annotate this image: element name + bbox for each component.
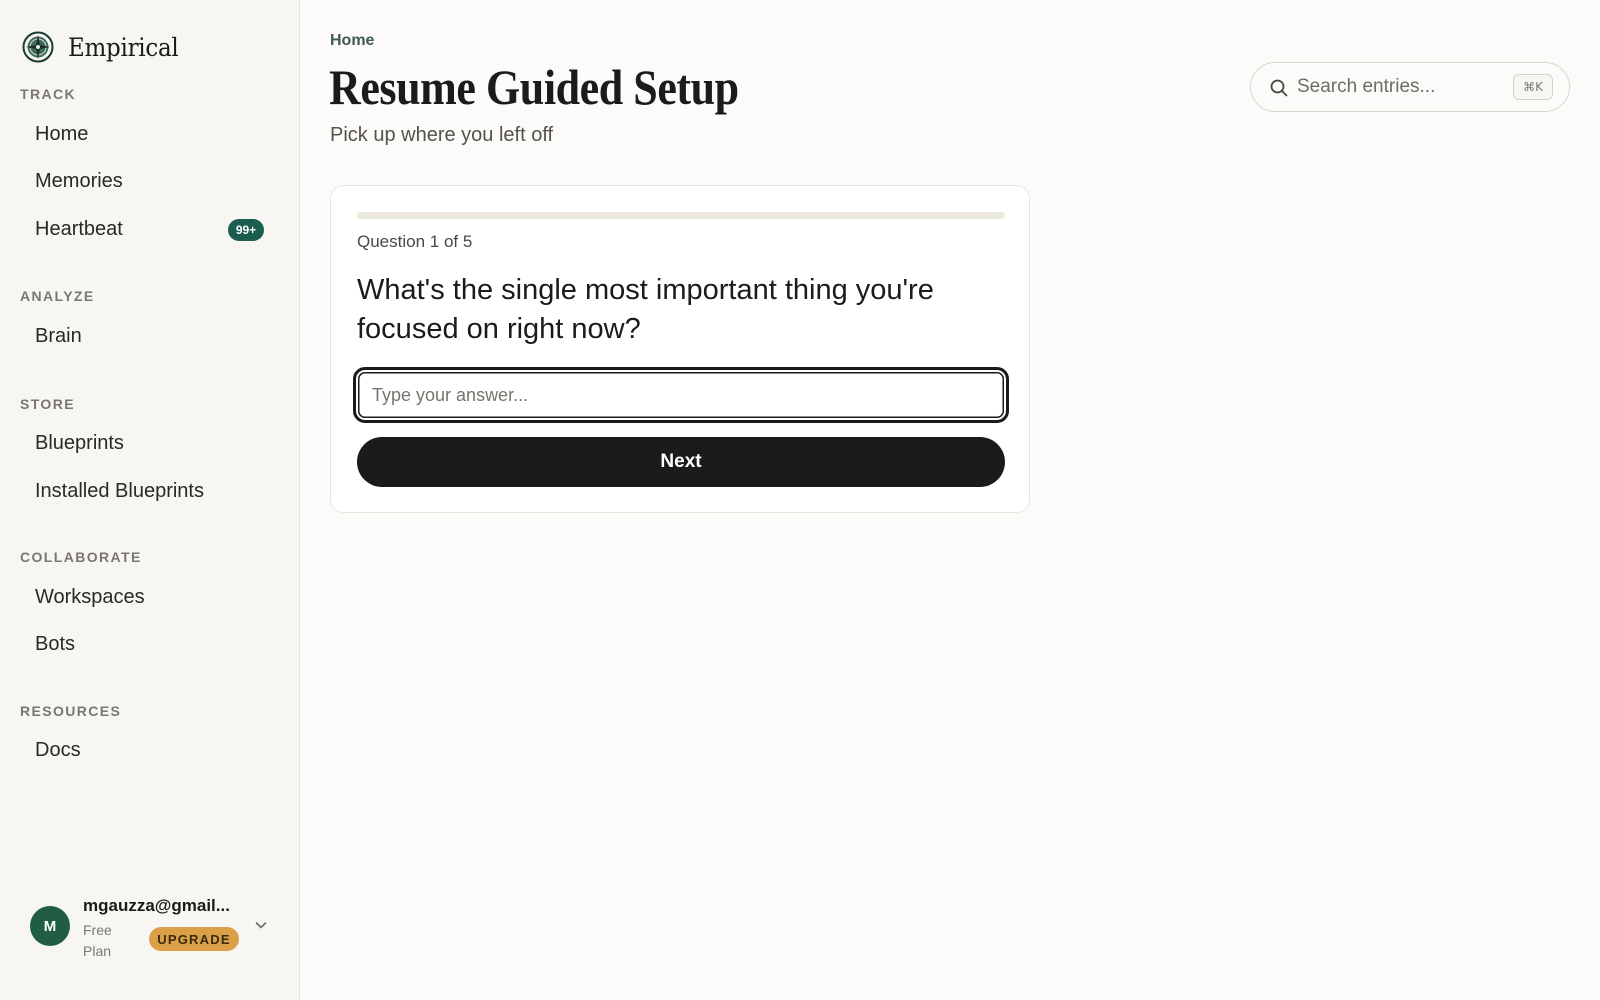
brand-name: Empirical	[68, 32, 179, 62]
search-input[interactable]	[1297, 73, 1507, 101]
section-label-collaborate: COLLABORATE	[20, 549, 142, 565]
sidebar-item-docs[interactable]: Docs	[20, 730, 274, 770]
sidebar-item-bots[interactable]: Bots	[20, 624, 274, 664]
sidebar-item-blueprints[interactable]: Blueprints	[20, 423, 274, 463]
progress-bar	[357, 212, 1005, 219]
answer-input[interactable]	[353, 367, 1009, 423]
sidebar-item-label: Brain	[35, 324, 82, 347]
sidebar-item-label: Installed Blueprints	[35, 479, 204, 502]
brand[interactable]: Empirical	[22, 30, 188, 64]
sidebar-item-label: Heartbeat	[35, 217, 123, 240]
sidebar-item-heartbeat[interactable]: Heartbeat 99+	[20, 209, 274, 249]
keyboard-shortcut-hint: ⌘K	[1513, 74, 1553, 100]
sidebar-item-label: Docs	[35, 738, 81, 761]
sidebar: Empirical TRACK Home Memories Heartbeat …	[0, 0, 300, 1000]
next-button[interactable]: Next	[357, 437, 1005, 487]
upgrade-button[interactable]: UPGRADE	[149, 927, 239, 951]
chevron-down-icon[interactable]	[252, 916, 270, 934]
avatar: M	[30, 906, 70, 946]
notification-badge: 99+	[228, 219, 264, 241]
page-subtitle: Pick up where you left off	[330, 124, 554, 146]
question-text: What's the single most important thing y…	[357, 274, 934, 345]
sidebar-item-memories[interactable]: Memories	[20, 161, 274, 201]
sidebar-item-label: Workspaces	[35, 585, 145, 608]
user-menu[interactable]: M mgauzza@gmail... Free Plan UPGRADE	[20, 886, 280, 962]
user-email: mgauzza@gmail...	[83, 896, 230, 915]
sidebar-item-workspaces[interactable]: Workspaces	[20, 577, 274, 617]
sidebar-item-label: Memories	[35, 169, 123, 192]
breadcrumb[interactable]: Home	[330, 32, 374, 50]
guided-setup-card: Question 1 of 5 What's the single most i…	[330, 185, 1030, 513]
plan-label: Free Plan	[83, 922, 112, 959]
sidebar-item-label: Home	[35, 122, 89, 145]
sidebar-item-label: Bots	[35, 632, 76, 655]
section-label-store: STORE	[20, 396, 75, 412]
sidebar-item-home[interactable]: Home	[20, 114, 274, 154]
sidebar-item-label: Blueprints	[35, 431, 124, 454]
question-counter: Question 1 of 5	[357, 232, 473, 251]
section-label-analyze: ANALYZE	[20, 288, 95, 304]
section-label-resources: RESOURCES	[20, 703, 122, 719]
sidebar-item-installed-blueprints[interactable]: Installed Blueprints	[20, 471, 274, 511]
page-title: Resume Guided Setup	[329, 59, 739, 115]
compass-logo-icon	[22, 31, 54, 63]
search-bar[interactable]: ⌘K	[1250, 62, 1570, 112]
sidebar-item-brain[interactable]: Brain	[20, 316, 274, 356]
section-label-track: TRACK	[20, 86, 76, 102]
search-icon	[1270, 79, 1288, 97]
